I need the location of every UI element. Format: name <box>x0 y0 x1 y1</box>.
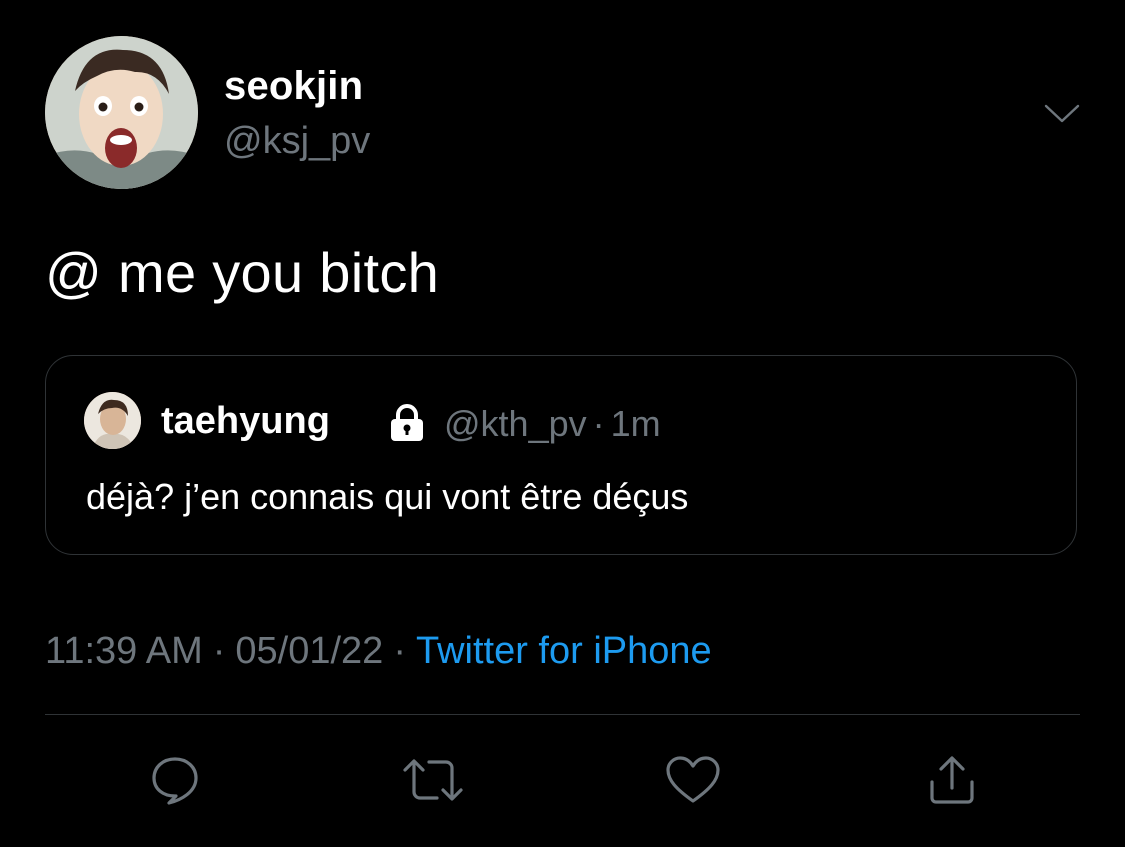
share-button[interactable] <box>917 745 987 815</box>
author-handle[interactable]: @ksj_pv <box>224 120 370 163</box>
tweet-date[interactable]: 05/01/22 <box>235 630 383 672</box>
meta-separator: · <box>212 630 226 672</box>
meta-separator: · <box>393 630 406 672</box>
meta-separator: · <box>592 403 605 444</box>
quoted-author-avatar[interactable] <box>84 392 141 449</box>
share-icon <box>930 756 974 804</box>
tweet-time[interactable]: 11:39 AM <box>45 630 203 672</box>
reply-bubble-icon <box>152 757 198 805</box>
lock-icon <box>391 404 423 441</box>
protected-account-lock <box>386 403 428 443</box>
tweet-detail: seokjin @ksj_pv @ me you bitch taehyung <box>0 0 1125 847</box>
quoted-author-avatar-image <box>84 392 141 449</box>
quoted-tweet-age: 1m <box>610 403 661 444</box>
retweet-button[interactable] <box>398 745 468 815</box>
heart-icon <box>666 756 720 803</box>
author-avatar[interactable] <box>45 36 198 189</box>
quoted-tweet-text: déjà? j’en connais qui vont être déçus <box>86 476 689 517</box>
quoted-author-handle[interactable]: @kth_pv <box>444 403 587 444</box>
author-display-name[interactable]: seokjin <box>224 64 363 109</box>
author-avatar-image <box>45 36 198 189</box>
like-button[interactable] <box>658 745 728 815</box>
tweet-text: @ me you bitch <box>45 241 440 304</box>
retweet-icon <box>403 759 463 801</box>
quoted-author-display-name[interactable]: taehyung <box>161 400 330 443</box>
quoted-tweet-meta: @kth_pv · 1m <box>444 403 661 445</box>
quoted-tweet-card[interactable]: taehyung @kth_pv · 1m déjà? j’en connais q… <box>45 355 1077 555</box>
more-options-button[interactable] <box>1040 96 1084 132</box>
divider <box>45 714 1080 715</box>
reply-button[interactable] <box>140 745 210 815</box>
tweet-action-bar <box>0 745 1125 815</box>
tweet-metadata: 11:39 AM · 05/01/22 · Twitter for iPhone <box>45 630 712 673</box>
tweet-source-link[interactable]: Twitter for iPhone <box>416 630 712 672</box>
chevron-down-icon <box>1044 104 1080 123</box>
